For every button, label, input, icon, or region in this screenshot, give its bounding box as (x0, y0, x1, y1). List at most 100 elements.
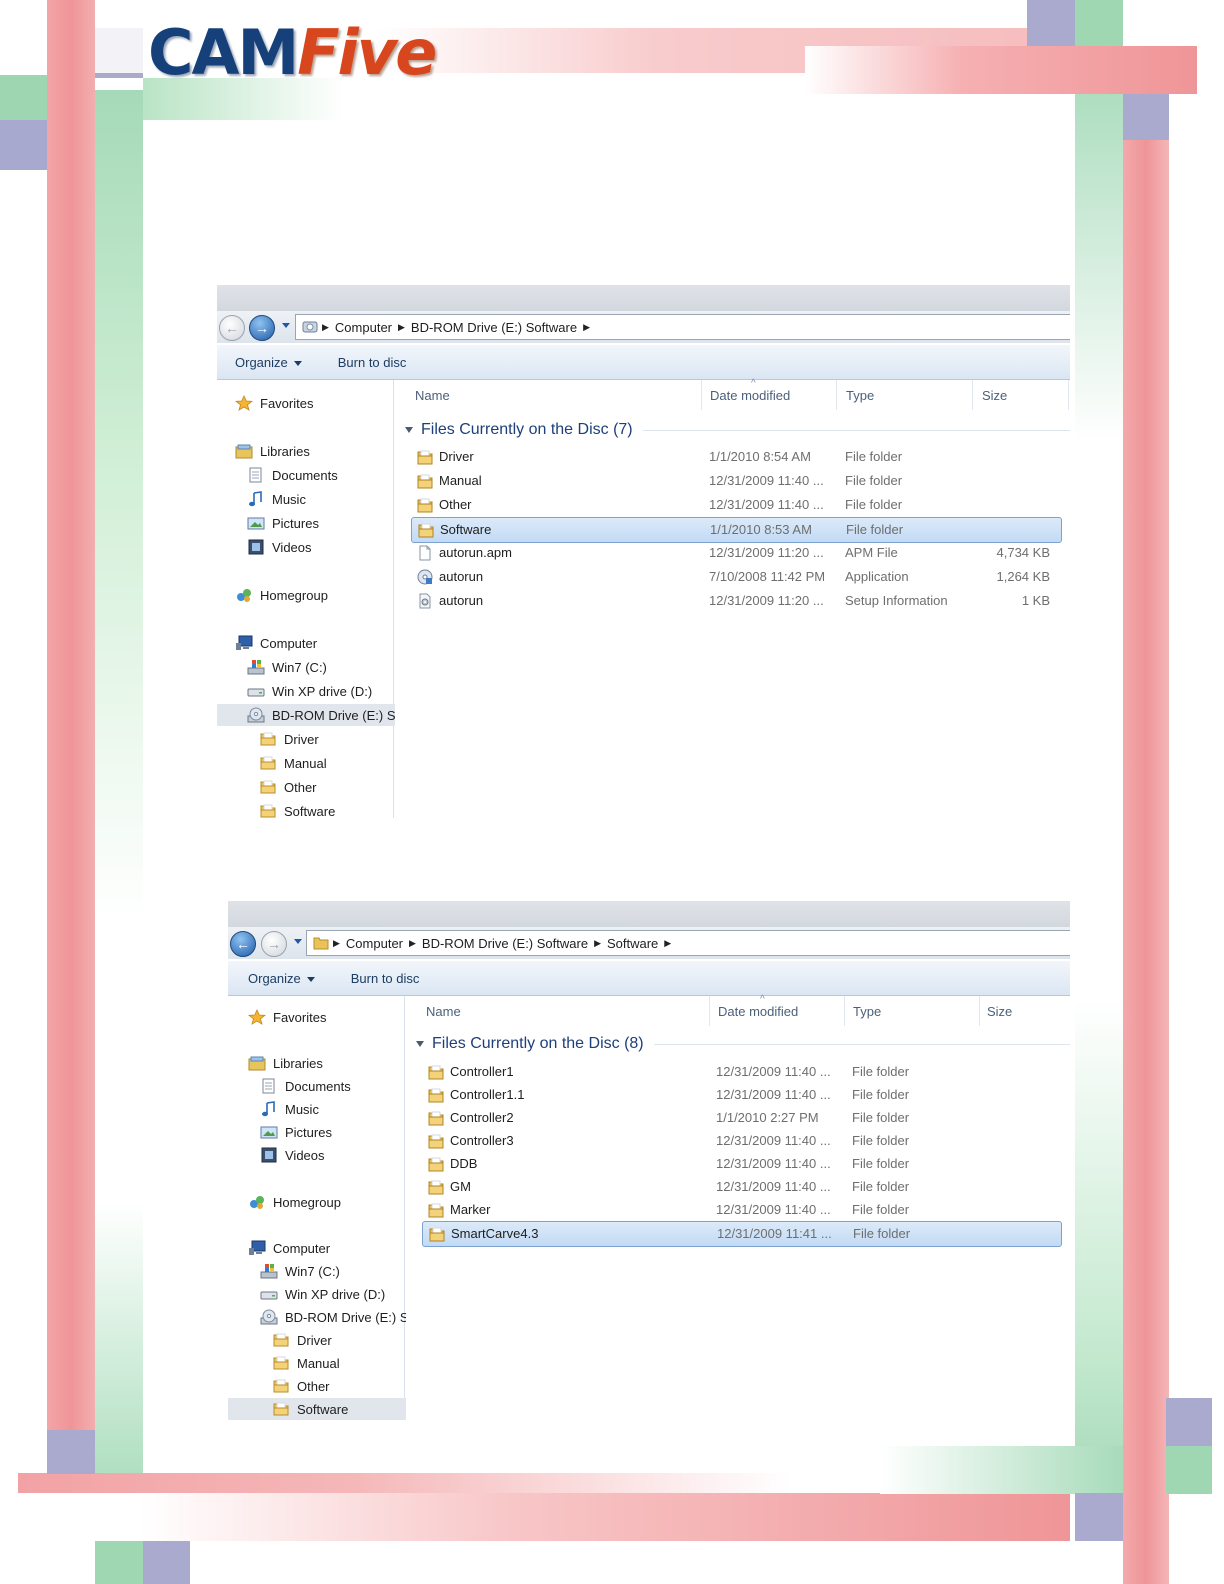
table-row[interactable]: autorun 7/10/2008 11:42 PM Application 1,26… (411, 565, 1062, 589)
nav-videos[interactable]: Videos (228, 1144, 436, 1166)
folder-icon (428, 1111, 444, 1126)
nav-libraries[interactable]: Libraries (228, 1052, 424, 1074)
nav-label: Win XP drive (D:) (272, 683, 373, 699)
breadcrumb-separator[interactable]: ▶ (664, 938, 671, 949)
column-header-type[interactable]: Type (846, 380, 973, 410)
breadcrumb-drive[interactable]: BD-ROM Drive (E:) Software (416, 936, 594, 951)
back-button[interactable]: ← (219, 315, 245, 341)
nav-computer[interactable]: Computer (217, 632, 411, 654)
table-row[interactable]: Manual 12/31/2009 11:40 ... File folder (411, 469, 1062, 493)
burn-to-disc-button[interactable]: Burn to disc (338, 355, 407, 370)
nav-homegroup[interactable]: Homegroup (217, 584, 411, 606)
nav-pictures[interactable]: Pictures (228, 1121, 436, 1143)
burn-to-disc-button[interactable]: Burn to disc (351, 971, 420, 986)
nav-drive-d[interactable]: Win XP drive (D:) (228, 1283, 436, 1305)
nav-libraries[interactable]: Libraries (217, 440, 411, 462)
back-button[interactable]: ← (230, 931, 256, 957)
table-row[interactable]: Controller2 1/1/2010 2:27 PM File folder (422, 1106, 1062, 1130)
computer-icon (249, 1240, 266, 1255)
address-field[interactable]: ▶ Computer ▶ BD-ROM Drive (E:) Software … (295, 314, 1070, 340)
nav-music[interactable]: Music (217, 488, 423, 510)
nav-favorites[interactable]: Favorites (228, 1006, 424, 1028)
setup-file-icon (419, 593, 431, 609)
organize-button[interactable]: Organize (235, 355, 302, 370)
collapse-icon[interactable] (416, 1041, 424, 1047)
table-row[interactable]: Other 12/31/2009 11:40 ... File folder (411, 493, 1062, 517)
column-header-date[interactable]: Date modified (718, 996, 845, 1026)
frame-left-pink-bar (47, 0, 95, 1490)
nav-drive-e[interactable]: BD-ROM Drive (E:) S (228, 1306, 436, 1328)
file-type: Application (845, 569, 909, 584)
group-header[interactable]: Files Currently on the Disc (7) (405, 417, 1070, 443)
nav-drive-d[interactable]: Win XP drive (D:) (217, 680, 423, 702)
table-row[interactable]: Controller3 12/31/2009 11:40 ... File fold… (422, 1129, 1062, 1153)
folder-icon (428, 1203, 444, 1218)
file-date: 12/31/2009 11:20 ... (709, 545, 824, 560)
breadcrumb-separator[interactable]: ▶ (409, 938, 416, 949)
file-date: 1/1/2010 8:53 AM (710, 522, 812, 537)
table-row[interactable]: Marker 12/31/2009 11:40 ... File folder (422, 1198, 1062, 1222)
table-row[interactable]: DDB 12/31/2009 11:40 ... File folder (422, 1152, 1062, 1176)
table-row[interactable]: autorun.apm 12/31/2009 11:20 ... APM File 4… (411, 541, 1062, 565)
frame-bottom-purple-block (47, 1430, 95, 1474)
nav-documents[interactable]: Documents (228, 1075, 436, 1097)
nav-label: Win XP drive (D:) (285, 1286, 386, 1302)
table-row[interactable]: autorun 12/31/2009 11:20 ... Setup Informa… (411, 589, 1062, 613)
group-title: Files Currently on the Disc (7) (421, 421, 633, 438)
table-row[interactable]: Software 1/1/2010 8:53 AM File folder (411, 517, 1062, 543)
forward-button[interactable]: → (249, 315, 275, 341)
breadcrumb-drive[interactable]: BD-ROM Drive (E:) Software (405, 320, 583, 335)
table-row[interactable]: Controller1.1 12/31/2009 11:40 ... File fo… (422, 1083, 1062, 1107)
file-date: 12/31/2009 11:40 ... (716, 1087, 831, 1102)
column-header-size[interactable]: Size (982, 380, 1069, 410)
breadcrumb-separator[interactable]: ▶ (594, 938, 601, 949)
file-date: 1/1/2010 2:27 PM (716, 1110, 819, 1125)
table-row[interactable]: GM 12/31/2009 11:40 ... File folder (422, 1175, 1062, 1199)
breadcrumb-separator[interactable]: ▶ (583, 322, 590, 333)
frame-bottom-right-green (1166, 1446, 1212, 1494)
nav-pictures[interactable]: Pictures (217, 512, 423, 534)
column-header-size[interactable]: Size (987, 996, 1070, 1026)
pictures-icon (247, 517, 265, 530)
file-type: File folder (845, 449, 903, 464)
nav-homegroup[interactable]: Homegroup (228, 1191, 424, 1213)
nav-computer[interactable]: Computer (228, 1237, 424, 1259)
nav-documents[interactable]: Documents (217, 464, 423, 486)
file-name: Software (440, 522, 492, 537)
breadcrumb-separator[interactable]: ▶ (398, 322, 405, 333)
file-name: autorun (439, 593, 484, 608)
nav-music[interactable]: Music (228, 1098, 436, 1120)
file-name: Other (439, 497, 472, 512)
nav-videos[interactable]: Videos (217, 536, 423, 558)
breadcrumb-separator[interactable]: ▶ (322, 322, 329, 333)
column-header-name[interactable]: Name (415, 380, 702, 410)
breadcrumb-software[interactable]: Software (601, 936, 664, 951)
table-row[interactable]: SmartCarve4.3 12/31/2009 11:41 ... File fo… (422, 1221, 1062, 1247)
organize-button[interactable]: Organize (248, 971, 315, 986)
recent-pages-dropdown[interactable] (294, 939, 302, 944)
nav-label: Music (285, 1101, 319, 1117)
column-header-name[interactable]: Name (426, 996, 710, 1026)
nav-drive-c[interactable]: Win7 (C:) (228, 1260, 436, 1282)
column-header-type[interactable]: Type (853, 996, 980, 1026)
breadcrumb-computer[interactable]: Computer (329, 320, 398, 335)
nav-drive-c[interactable]: Win7 (C:) (217, 656, 423, 678)
table-row[interactable]: Driver 1/1/2010 8:54 AM File folder (411, 445, 1062, 469)
group-header[interactable]: Files Currently on the Disc (8) (416, 1031, 1070, 1057)
file-name: SmartCarve4.3 (451, 1226, 539, 1241)
breadcrumb-separator[interactable]: ▶ (333, 938, 340, 949)
forward-button[interactable]: → (261, 931, 287, 957)
recent-pages-dropdown[interactable] (282, 323, 290, 328)
explorer-window-2: ← → ▶ Computer ▶ BD-ROM Drive (E:) Softw… (228, 901, 1070, 1420)
column-header-date[interactable]: Date modified (710, 380, 837, 410)
nav-favorites[interactable]: Favorites (217, 392, 411, 414)
collapse-icon[interactable] (405, 427, 413, 433)
address-field[interactable]: ▶ Computer ▶ BD-ROM Drive (E:) Software … (306, 930, 1070, 956)
table-row[interactable]: Controller1 12/31/2009 11:40 ... File fold… (422, 1060, 1062, 1084)
nav-drive-e[interactable]: BD-ROM Drive (E:) S (217, 704, 423, 726)
file-name: Driver (439, 449, 474, 464)
window-title-bar (217, 285, 1070, 311)
folder-icon (417, 450, 433, 465)
breadcrumb-computer[interactable]: Computer (340, 936, 409, 951)
file-type: File folder (845, 497, 903, 512)
